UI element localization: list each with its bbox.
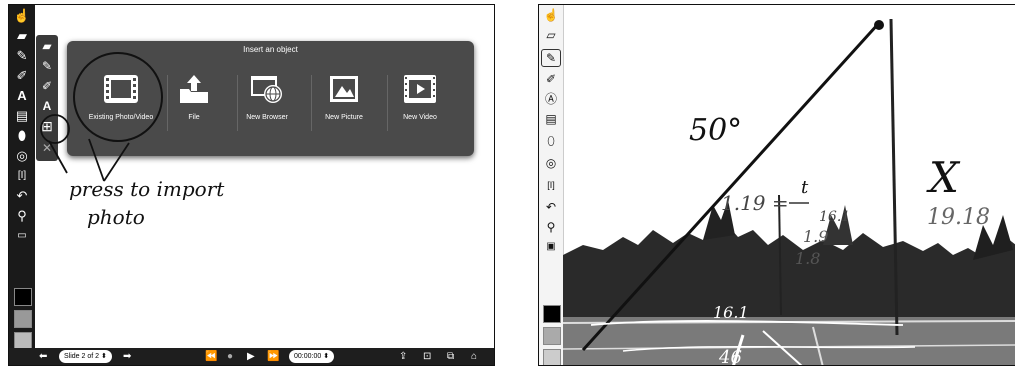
annotation-press-to-import: press to import: [69, 177, 225, 201]
bottom-bar: ⬅ Slide 2 of 2 ⬍ ➡ ⏪ ● ▶ ⏩ 00:00:00 ⬍ ⇪ …: [9, 348, 494, 365]
annotation-angle: 50°: [689, 113, 743, 148]
home-icon[interactable]: ⌂: [471, 350, 477, 363]
add-slide-icon[interactable]: ▤: [540, 111, 562, 127]
annotation-equation: 1.19 =: [721, 191, 789, 215]
record-icon[interactable]: ●: [227, 350, 233, 363]
pen-icon[interactable]: ✎: [541, 49, 561, 67]
duplicate-icon[interactable]: ⧉: [447, 350, 454, 363]
hand-icon[interactable]: ☝: [540, 7, 562, 23]
annotation-fraction-top: t: [801, 177, 809, 198]
undo-icon[interactable]: ↶: [540, 199, 562, 215]
export-icon[interactable]: ⇪: [399, 350, 407, 363]
insert-object-icon[interactable]: ▱: [540, 27, 562, 43]
annotation-base: 16.1: [713, 303, 749, 322]
slide-select-label: Slide 2 of 2: [64, 353, 100, 360]
annotation-fraction-bottom: 16.1: [819, 209, 851, 225]
add-page-icon[interactable]: ⊡: [423, 350, 431, 363]
time-display[interactable]: 00:00:00 ⬍: [289, 350, 335, 363]
annotation-value-b: 1.8: [795, 249, 821, 268]
right-whiteboard-panel: ☝ ▱ ✎ ✐ Ⓐ ▤ ⬯ ◎ [I] ↶ ⚲ ▣ 50° 1.19 = t 1…: [538, 4, 1015, 366]
annotation-value-a: 1.9: [803, 227, 829, 246]
textbox-icon[interactable]: [I]: [540, 177, 562, 193]
play-icon[interactable]: ▶: [247, 350, 255, 363]
color-swatch-gray[interactable]: [543, 327, 561, 345]
next-slide-icon[interactable]: ➡: [123, 350, 131, 363]
target-icon[interactable]: ◎: [540, 155, 562, 171]
right-toolbar: ☝ ▱ ✎ ✐ Ⓐ ▤ ⬯ ◎ [I] ↶ ⚲ ▣: [539, 5, 564, 365]
time-label: 00:00:00: [294, 353, 322, 360]
slide-icon[interactable]: ▣: [540, 239, 562, 255]
fast-forward-icon[interactable]: ⏩: [267, 350, 279, 363]
color-swatch-black[interactable]: [543, 305, 561, 323]
eraser-icon[interactable]: ⬯: [540, 133, 562, 149]
highlighter-icon[interactable]: ✐: [540, 71, 562, 87]
prev-slide-icon[interactable]: ⬅: [39, 350, 47, 363]
text-icon[interactable]: Ⓐ: [540, 91, 562, 107]
color-swatch-lightgray[interactable]: [543, 349, 561, 365]
slide-select[interactable]: Slide 2 of 2 ⬍: [59, 350, 112, 363]
annotation-ratio: 19.18: [927, 205, 990, 230]
left-whiteboard-panel: ☝ ▰ ✎ ✐ A ▤ ⬮ ◎ [I] ↶ ⚲ ▭ ▰ ✎ ✐ A ⊞ ✕ In…: [8, 4, 495, 366]
annotation-photo: photo: [87, 205, 145, 229]
annotation-bottom: 46: [719, 347, 742, 366]
zoom-icon[interactable]: ⚲: [540, 219, 562, 235]
annotation-x: X: [929, 153, 959, 202]
rewind-icon[interactable]: ⏪: [205, 350, 217, 363]
